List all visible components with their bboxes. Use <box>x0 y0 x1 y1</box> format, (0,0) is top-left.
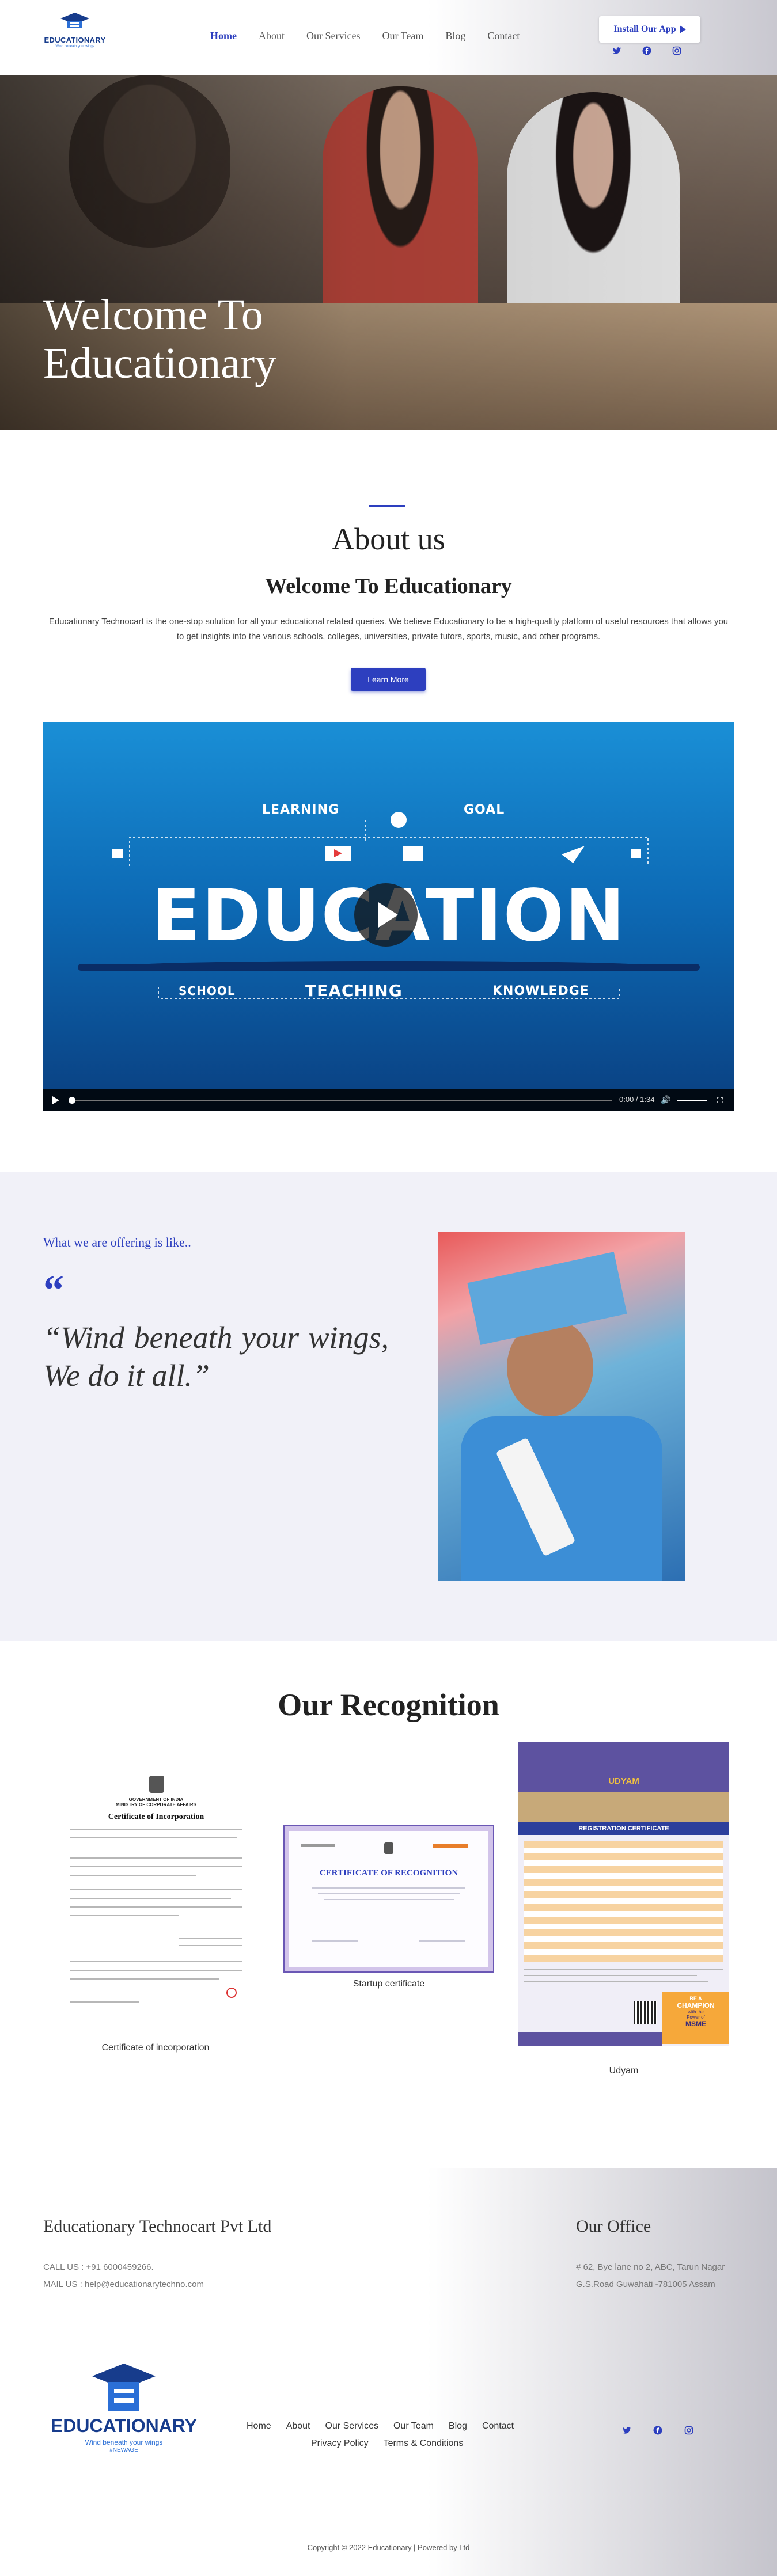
learn-more-button[interactable]: Learn More <box>351 668 426 691</box>
udyam-details-table <box>524 1841 723 1962</box>
certificate-subheading: REGISTRATION CERTIFICATE <box>518 1822 729 1835</box>
instagram-icon[interactable] <box>684 2426 693 2435</box>
brand-tagline: Wind beneath your wings <box>55 45 94 48</box>
footer-address-line2: G.S.Road Guwahati -781005 Assam <box>576 2279 715 2289</box>
offering-section: What we are offering is like.. “ “Wind b… <box>0 1172 777 1641</box>
footer-nav-about[interactable]: About <box>286 2421 310 2431</box>
seal-icon <box>226 1988 237 1998</box>
footer-brand-tagline: Wind beneath your wings <box>85 2438 163 2446</box>
footer-address-line1: # 62, Bye lane no 2, ABC, Tarun Nagar <box>576 2262 725 2272</box>
nav-about[interactable]: About <box>259 30 285 42</box>
video-time: 0:00 / 1:34 <box>619 1095 655 1104</box>
certificate-heading: Certificate of Incorporation <box>108 1813 204 1821</box>
video-word-school: SCHOOL <box>179 984 236 998</box>
offering-kicker: What we are offering is like.. <box>43 1235 191 1249</box>
volume-icon[interactable]: 🔊 <box>661 1095 670 1105</box>
certificate-caption-udyam: Udyam <box>609 2066 639 2076</box>
video-controls: 0:00 / 1:34 🔊 ⛶ <box>43 1089 734 1111</box>
footer-nav-services[interactable]: Our Services <box>325 2421 378 2431</box>
brand-name: EDUCATIONARY <box>44 36 106 44</box>
footer-legal-nav: Privacy Policy Terms & Conditions <box>311 2438 478 2449</box>
nav-blog[interactable]: Blog <box>445 30 465 42</box>
certificate-issuer: GOVERNMENT OF INDIA MINISTRY OF CORPORAT… <box>115 1797 196 1807</box>
brand-logo[interactable]: EDUCATIONARY Wind beneath your wings <box>43 13 107 53</box>
certificate-heading: CERTIFICATE OF RECOGNITION <box>319 1868 458 1878</box>
footer-nav-contact[interactable]: Contact <box>482 2421 514 2431</box>
play-icon <box>378 902 398 928</box>
video-play-button[interactable] <box>354 883 418 947</box>
facebook-icon[interactable] <box>653 2426 662 2435</box>
udyam-banner-photo <box>518 1792 729 1822</box>
offering-quote: “Wind beneath your wings, We do it all.” <box>43 1320 389 1393</box>
emblem-icon <box>384 1842 393 1854</box>
nav-contact[interactable]: Contact <box>487 30 520 42</box>
hero-title-line1: Welcome To <box>43 291 263 339</box>
startup-india-logo <box>433 1844 468 1848</box>
footer-brand-logo[interactable]: EDUCATIONARY Wind beneath your wings #NE… <box>46 2364 202 2461</box>
fullscreen-icon[interactable]: ⛶ <box>717 1096 723 1105</box>
footer-nav-home[interactable]: Home <box>247 2421 271 2431</box>
nav-services[interactable]: Our Services <box>306 30 360 42</box>
install-app-button[interactable]: Install Our App <box>599 16 700 43</box>
video-progress-handle[interactable] <box>69 1097 75 1104</box>
footer-brand-name: EDUCATIONARY <box>50 2415 198 2436</box>
nav-team[interactable]: Our Team <box>382 30 423 42</box>
play-icon <box>679 25 686 33</box>
footer-social-links <box>622 2426 693 2435</box>
video-word-goal: GOAL <box>464 803 505 817</box>
footer-phone[interactable]: CALL US : +91 6000459266. <box>43 2262 154 2272</box>
certificate-heading: UDYAM <box>608 1776 639 1786</box>
main-nav: Home About Our Services Our Team Blog Co… <box>210 30 541 42</box>
video-word-learning: LEARNING <box>262 803 340 817</box>
certificate-caption-startup: Startup certificate <box>353 1979 425 1989</box>
msme-badge: BE A CHAMPION with the Power of MSME <box>662 1992 729 2044</box>
video-progress-bar[interactable] <box>71 1100 612 1101</box>
about-description: Educationary Technocart is the one-stop … <box>48 617 729 641</box>
intro-video-player[interactable]: LEARNING GOAL EDUCATION SCHOOL TEACHING … <box>43 722 734 1111</box>
video-word-teaching: TEACHING <box>305 981 403 1000</box>
hero-title-line2: Educationary <box>43 339 277 387</box>
certificate-startup[interactable]: CERTIFICATE OF RECOGNITION <box>283 1825 494 1973</box>
twitter-icon[interactable] <box>612 46 621 55</box>
site-header: EDUCATIONARY Wind beneath your wings Hom… <box>0 0 777 75</box>
certificate-udyam[interactable]: UDYAM REGISTRATION CERTIFICATE BE A CHAM… <box>518 1742 729 2046</box>
qr-code <box>634 2001 657 2024</box>
facebook-icon[interactable] <box>642 46 651 55</box>
certificate-caption-incorporation: Certificate of incorporation <box>101 2043 210 2053</box>
footer-nav-blog[interactable]: Blog <box>449 2421 467 2431</box>
emblem-icon <box>149 1776 164 1793</box>
footer-nav-team[interactable]: Our Team <box>393 2421 434 2431</box>
video-word-knowledge: KNOWLEDGE <box>492 984 589 998</box>
footer-nav-privacy[interactable]: Privacy Policy <box>311 2438 369 2449</box>
footer-office-title: Our Office <box>576 2217 651 2236</box>
footer-nav-terms[interactable]: Terms & Conditions <box>384 2438 464 2449</box>
footer-brand-hashtag: #NEWAGE <box>109 2447 138 2453</box>
site-footer: Educationary Technocart Pvt Ltd CALL US … <box>0 2168 777 2576</box>
quote-icon: “ <box>43 1267 64 1313</box>
graduation-cap-icon <box>92 2364 156 2411</box>
graduate-child-photo <box>438 1232 685 1581</box>
hero-title: Welcome To Educationary <box>43 291 446 387</box>
copyright-text: Copyright © 2022 Educationary | Powered … <box>307 2543 470 2552</box>
header-social-links <box>612 46 681 55</box>
footer-company-name: Educationary Technocart Pvt Ltd <box>43 2217 272 2236</box>
recognition-title: Our Recognition <box>278 1688 499 1722</box>
nav-home[interactable]: Home <box>210 30 237 42</box>
graduation-cap-icon <box>60 13 89 28</box>
twitter-icon[interactable] <box>622 2426 631 2435</box>
certificate-incorporation[interactable]: GOVERNMENT OF INDIA MINISTRY OF CORPORAT… <box>52 1765 259 2018</box>
about-title: About us <box>332 522 445 556</box>
section-divider <box>369 505 405 507</box>
play-icon[interactable] <box>52 1096 59 1104</box>
instagram-icon[interactable] <box>672 46 681 55</box>
footer-nav: Home About Our Services Our Team Blog Co… <box>247 2421 529 2431</box>
volume-slider[interactable] <box>677 1100 707 1101</box>
about-subtitle: Welcome To Educationary <box>265 574 512 598</box>
footer-email[interactable]: MAIL US : help@educationarytechno.com <box>43 2279 204 2289</box>
hero-banner: Welcome To Educationary <box>0 75 777 430</box>
install-app-label: Install Our App <box>613 24 676 34</box>
